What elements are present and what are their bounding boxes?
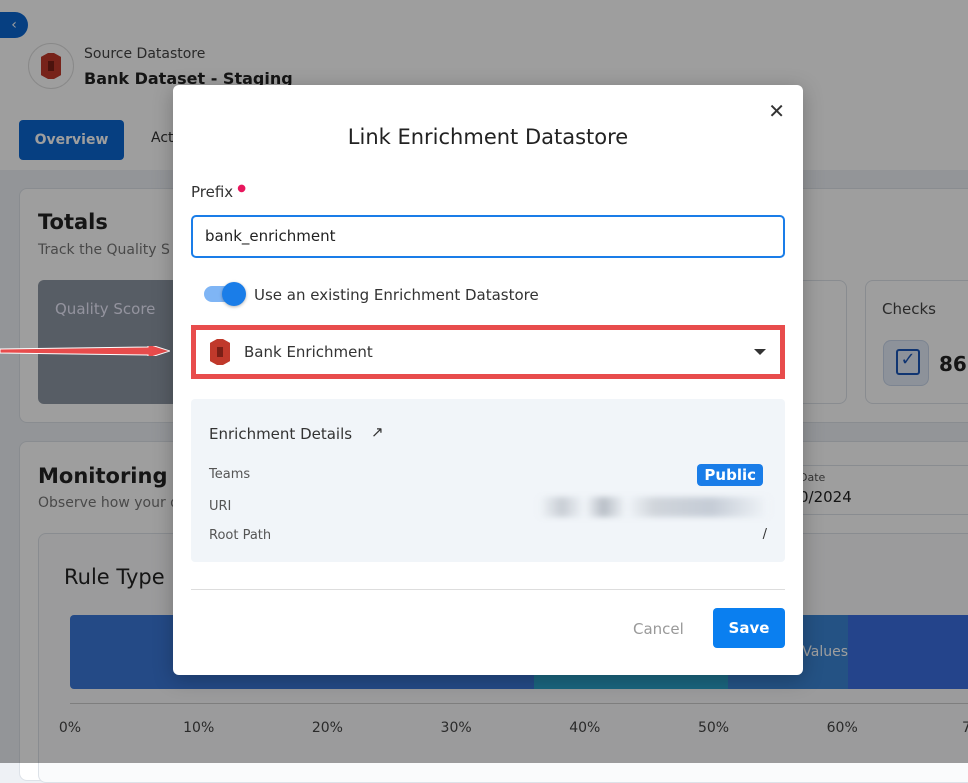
s3-icon [210,339,230,365]
toggle-label: Use an existing Enrichment Datastore [254,286,539,304]
uri-label: URI [209,499,232,514]
details-title: Enrichment Details [209,425,353,443]
teams-badge: Public [697,464,763,486]
annotation-arrow [0,346,170,356]
divider [191,589,785,590]
prefix-label: Prefix ● [191,183,246,201]
prefix-label-text: Prefix [191,183,234,201]
link-enrichment-dialog: ✕ Link Enrichment Datastore Prefix ● bank… [173,85,803,675]
enrichment-details: Enrichment Details ↗ Teams Public URI Ro… [191,399,785,562]
root-path-value: / [762,527,767,542]
external-link-icon[interactable]: ↗ [371,423,384,441]
dialog-title: Link Enrichment Datastore [347,125,629,149]
save-button[interactable]: Save [713,608,785,648]
use-existing-toggle[interactable] [204,282,246,306]
teams-label: Teams [209,467,251,482]
prefix-input[interactable]: bank_enrichment [191,215,785,258]
uri-value-redacted [539,497,769,517]
selected-datastore: Bank Enrichment [244,343,373,361]
cancel-button[interactable]: Cancel [633,620,684,638]
enrichment-datastore-select[interactable]: Bank Enrichment [191,325,785,379]
root-path-label: Root Path [209,528,272,543]
caret-down-icon [754,349,766,355]
required-icon: ● [237,183,246,194]
close-icon[interactable]: ✕ [768,99,785,123]
